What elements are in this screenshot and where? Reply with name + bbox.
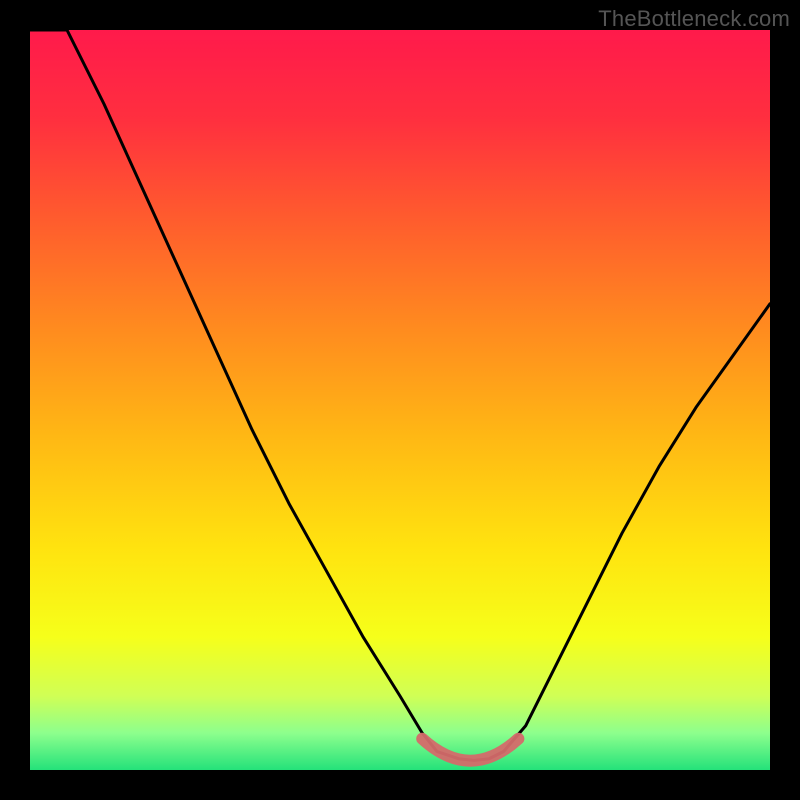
plot-svg <box>30 30 770 770</box>
plot-area <box>30 30 770 770</box>
chart-frame: TheBottleneck.com <box>0 0 800 800</box>
gradient-background <box>30 30 770 770</box>
watermark-text: TheBottleneck.com <box>598 6 790 32</box>
